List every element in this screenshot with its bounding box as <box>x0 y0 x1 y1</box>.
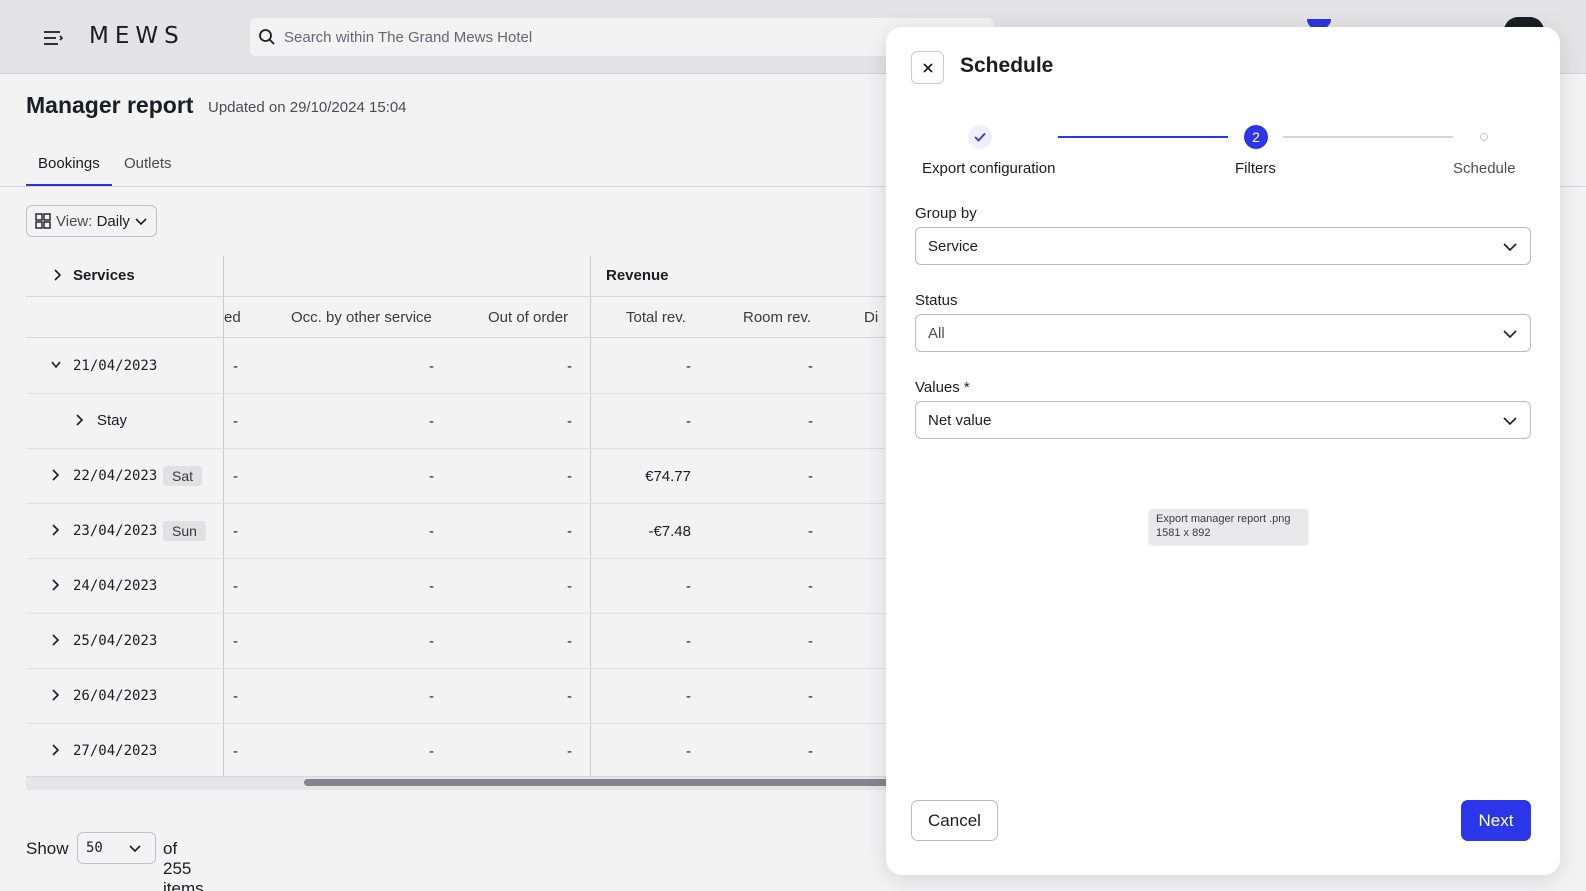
group-by-value: Service <box>928 238 979 255</box>
chevron-down-icon <box>1503 243 1517 252</box>
step-upcoming-marker <box>1480 133 1488 141</box>
next-button[interactable]: Next <box>1461 800 1531 841</box>
check-icon <box>974 132 986 142</box>
screenshot-tooltip: Export manager report .png 1581 x 892 <box>1149 509 1308 544</box>
values-value: Net value <box>928 412 992 429</box>
step-label-schedule: Schedule <box>1453 160 1516 177</box>
chevron-down-icon <box>1503 417 1517 426</box>
step-done-marker <box>968 125 992 149</box>
step-connector-complete <box>1058 136 1228 138</box>
tooltip-filename: Export manager report .png <box>1156 513 1291 525</box>
dialog-title: Schedule <box>960 54 1054 77</box>
values-select[interactable]: Net value <box>915 401 1531 439</box>
step-current-marker: 2 <box>1244 125 1268 149</box>
values-label: Values * <box>915 379 970 396</box>
status-value: All <box>928 325 945 342</box>
status-select[interactable]: All <box>915 314 1531 352</box>
schedule-dialog: Schedule 2 Export configuration Filters … <box>886 27 1560 875</box>
status-label: Status <box>915 292 958 309</box>
close-button[interactable] <box>911 51 944 84</box>
close-icon <box>923 63 933 73</box>
step-label-export-configuration: Export configuration <box>922 160 1056 177</box>
step-label-filters: Filters <box>1235 160 1276 177</box>
cancel-button[interactable]: Cancel <box>911 800 998 841</box>
group-by-select[interactable]: Service <box>915 227 1531 265</box>
step-connector-pending <box>1283 136 1453 138</box>
tooltip-dimensions: 1581 x 892 <box>1156 527 1211 539</box>
group-by-label: Group by <box>915 205 977 222</box>
chevron-down-icon <box>1503 330 1517 339</box>
